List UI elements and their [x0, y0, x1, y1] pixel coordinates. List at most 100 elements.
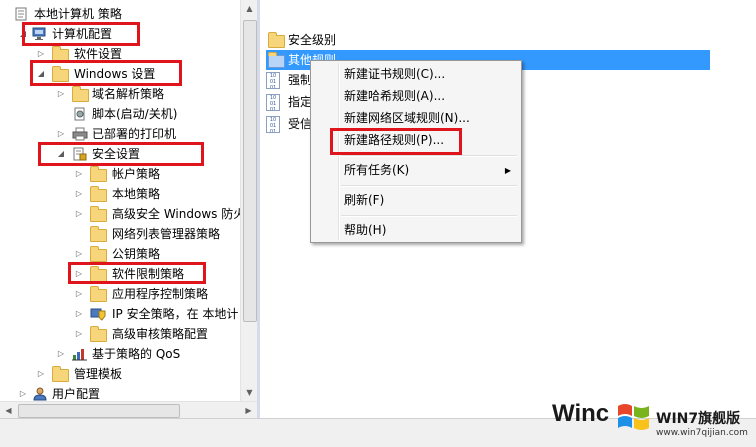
- expand-arrow-icon[interactable]: ▷: [74, 244, 84, 264]
- tree-item-firewall[interactable]: ▷ 高级安全 Windows 防火: [0, 204, 240, 224]
- scroll-right-arrow-icon[interactable]: ▶: [240, 402, 257, 419]
- tree-item-account-policies[interactable]: ▷ 帐户策略: [0, 164, 240, 184]
- tree-item-security-settings[interactable]: ◢ 安全设置: [0, 144, 240, 164]
- policy-document-icon: [14, 7, 30, 21]
- list-item-label: 受信: [288, 117, 313, 131]
- tree-horizontal-scrollbar[interactable]: ◀ ▶: [0, 401, 257, 419]
- menu-separator: [341, 215, 517, 217]
- watermark-brand: WIN7旗舰版: [656, 411, 741, 427]
- expand-arrow-icon[interactable]: ▷: [74, 264, 84, 284]
- tree-item-admin-templates[interactable]: ▷ 管理模板: [0, 364, 240, 384]
- tree-vertical-scrollbar[interactable]: ▲ ▼: [240, 0, 258, 401]
- list-item-label: 安全级别: [288, 33, 337, 47]
- tree-item-ipsec[interactable]: ▷ IP 安全策略，在 本地计: [0, 304, 240, 324]
- list-item-label: 强制: [288, 73, 313, 87]
- collapse-arrow-icon[interactable]: ◢: [36, 64, 46, 84]
- tree-item-public-key[interactable]: ▷ 公钥策略: [0, 244, 240, 264]
- folder-icon: [90, 206, 107, 222]
- list-item-label: 指定: [288, 95, 313, 109]
- expand-arrow-icon[interactable]: ▷: [74, 284, 84, 304]
- tree-item-app-control[interactable]: ▷ 应用程序控制策略: [0, 284, 240, 304]
- watermark-text: Winc: [552, 400, 610, 427]
- menu-item-label: 所有任务(K): [344, 163, 410, 177]
- expand-arrow-icon[interactable]: ▷: [36, 364, 46, 384]
- menu-item-refresh[interactable]: 刷新(F): [313, 190, 519, 211]
- tree-label: Windows 设置: [74, 67, 156, 81]
- tree-item-printers[interactable]: ▷ 已部署的打印机: [0, 124, 240, 144]
- tree-item-audit[interactable]: ▷ 高级审核策略配置: [0, 324, 240, 344]
- tree-label: 已部署的打印机: [92, 127, 177, 141]
- security-settings-icon: [72, 147, 88, 161]
- menu-item-new-hash-rule[interactable]: 新建哈希规则(A)...: [313, 86, 519, 107]
- tree-item-windows-settings[interactable]: ◢ Windows 设置: [0, 64, 240, 84]
- tree-label: 高级审核策略配置: [112, 327, 209, 341]
- scroll-thumb[interactable]: [243, 20, 257, 322]
- tree-item-computer-config[interactable]: ◢ 计算机配置: [0, 24, 240, 44]
- folder-icon: [90, 286, 107, 302]
- tree-label: 软件设置: [74, 47, 123, 61]
- expand-arrow-icon[interactable]: ▷: [56, 124, 66, 144]
- expand-arrow-icon[interactable]: ▷: [74, 164, 84, 184]
- menu-item-help[interactable]: 帮助(H): [313, 220, 519, 241]
- expand-arrow-icon[interactable]: ▷: [74, 184, 84, 204]
- scroll-up-arrow-icon[interactable]: ▲: [241, 0, 258, 17]
- tree-label: 应用程序控制策略: [112, 287, 209, 301]
- scroll-down-arrow-icon[interactable]: ▼: [241, 384, 258, 401]
- folder-icon: [72, 86, 89, 102]
- tree-item-qos[interactable]: ▷ 基于策略的 QoS: [0, 344, 240, 364]
- expand-arrow-icon[interactable]: ▷: [74, 204, 84, 224]
- folder-icon: [268, 32, 285, 48]
- computer-icon: [32, 27, 48, 41]
- tree-label: 脚本(启动/关机): [92, 107, 178, 121]
- tree-item-dns-policy[interactable]: ▷ 域名解析策略: [0, 84, 240, 104]
- tree-label: 安全设置: [92, 147, 141, 161]
- tree-item-local-policies[interactable]: ▷ 本地策略: [0, 184, 240, 204]
- windows-logo-icon: [618, 404, 649, 430]
- tree-label: 软件限制策略: [112, 267, 185, 281]
- scroll-thumb[interactable]: [18, 404, 180, 418]
- tree-label: 管理模板: [74, 367, 123, 381]
- expand-arrow-icon[interactable]: ▷: [56, 344, 66, 364]
- policy-file-icon: 10 01 01: [266, 94, 280, 111]
- collapse-arrow-icon[interactable]: ◢: [56, 144, 66, 164]
- tree-label: 本地计算机 策略: [34, 7, 122, 21]
- ipsec-shield-icon: [90, 307, 106, 321]
- menu-item-all-tasks[interactable]: 所有任务(K) ▶: [313, 160, 519, 181]
- tree-item-software-restriction[interactable]: ▷ 软件限制策略: [0, 264, 240, 284]
- menu-separator: [341, 185, 517, 187]
- expand-arrow-icon[interactable]: ▷: [74, 304, 84, 324]
- tree-pane: 本地计算机 策略 ◢ 计算机配置 ▷ 软件设置 ◢ Windows 设置 ▷ 域…: [0, 0, 240, 418]
- folder-icon: [52, 46, 69, 62]
- menu-item-new-path-rule[interactable]: 新建路径规则(P)...: [313, 130, 519, 151]
- folder-icon: [90, 246, 107, 262]
- tree-item-root[interactable]: 本地计算机 策略: [0, 4, 240, 24]
- tree-label: 本地策略: [112, 187, 161, 201]
- menu-item-new-zone-rule[interactable]: 新建网络区域规则(N)...: [313, 108, 519, 129]
- watermark: Winc WIN7旗舰版 www.win7qijian.com: [552, 396, 752, 444]
- folder-icon: [52, 366, 69, 382]
- tree-item-scripts[interactable]: 脚本(启动/关机): [0, 104, 240, 124]
- folder-icon: [52, 66, 69, 82]
- tree-label: 高级安全 Windows 防火: [112, 207, 240, 221]
- user-icon: [32, 387, 48, 401]
- tree-label: 公钥策略: [112, 247, 161, 261]
- tree-label: 帐户策略: [112, 167, 161, 181]
- policy-file-icon: 10 01 01: [266, 72, 280, 89]
- folder-icon: [268, 52, 285, 68]
- bar-chart-icon: [72, 347, 88, 361]
- tree-item-software-settings[interactable]: ▷ 软件设置: [0, 44, 240, 64]
- collapse-arrow-icon[interactable]: ◢: [18, 24, 28, 44]
- watermark-url: www.win7qijian.com: [656, 428, 748, 438]
- submenu-arrow-icon: ▶: [504, 166, 511, 175]
- expand-arrow-icon[interactable]: ▷: [56, 84, 66, 104]
- scroll-left-arrow-icon[interactable]: ◀: [0, 402, 17, 419]
- script-icon: [72, 107, 88, 121]
- menu-item-new-cert-rule[interactable]: 新建证书规则(C)...: [313, 64, 519, 85]
- menu-separator: [341, 155, 517, 157]
- expand-arrow-icon[interactable]: ▷: [74, 324, 84, 344]
- tree-label: 基于策略的 QoS: [92, 347, 181, 361]
- expand-arrow-icon[interactable]: ▷: [36, 44, 46, 64]
- context-menu: 新建证书规则(C)... 新建哈希规则(A)... 新建网络区域规则(N)...…: [310, 60, 522, 243]
- policy-file-icon: 10 01 01: [266, 116, 280, 133]
- tree-item-network-list[interactable]: 网络列表管理器策略: [0, 224, 240, 244]
